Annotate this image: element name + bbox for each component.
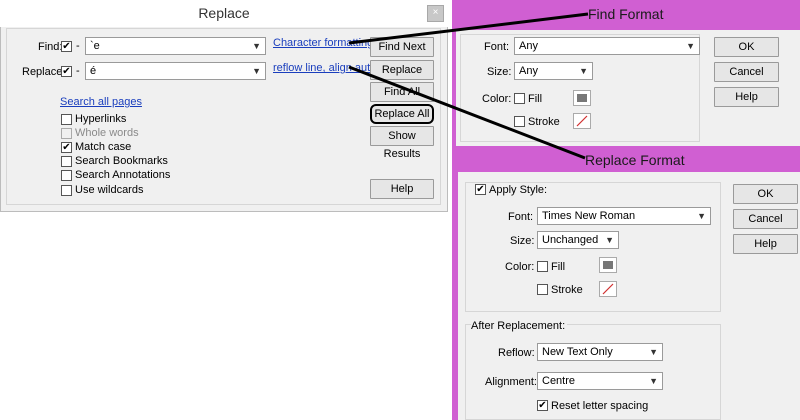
use-wildcards-checkbox[interactable] bbox=[61, 185, 72, 196]
hyperlinks-label: Hyperlinks bbox=[75, 113, 127, 125]
chevron-down-icon: ▼ bbox=[252, 66, 261, 76]
alignment-label: Alignment: bbox=[485, 376, 537, 388]
rf-ok-button[interactable]: OK bbox=[733, 184, 798, 204]
find-input-value: `e bbox=[90, 40, 100, 52]
search-all-pages-link[interactable]: Search all pages bbox=[60, 96, 142, 108]
chevron-down-icon: ▼ bbox=[697, 211, 706, 221]
reflow-label: Reflow: bbox=[498, 347, 535, 359]
ff-help-button[interactable]: Help bbox=[714, 87, 779, 107]
rf-size-label: Size: bbox=[510, 235, 535, 247]
rf-fill-color-swatch[interactable] bbox=[599, 257, 617, 273]
search-annotations-label: Search Annotations bbox=[75, 169, 171, 181]
find-format-title: Find Format bbox=[588, 6, 664, 22]
find-next-button[interactable]: Find Next bbox=[370, 37, 434, 57]
close-button[interactable]: × bbox=[427, 5, 444, 22]
ff-color-label: Color: bbox=[482, 93, 512, 105]
rf-color-label: Color: bbox=[505, 261, 535, 273]
ff-cancel-button[interactable]: Cancel bbox=[714, 62, 779, 82]
rf-font-select[interactable]: Times New Roman ▼ bbox=[537, 207, 711, 225]
find-dash: - bbox=[76, 40, 80, 52]
no-color-icon bbox=[576, 115, 588, 127]
ff-stroke-checkbox[interactable] bbox=[514, 116, 525, 127]
show-results-button[interactable]: Show Results bbox=[370, 126, 434, 160]
ff-ok-button[interactable]: OK bbox=[714, 37, 779, 57]
whole-words-label: Whole words bbox=[75, 127, 139, 139]
ff-font-select[interactable]: Any ▼ bbox=[514, 37, 700, 55]
replace-format-title: Replace Format bbox=[585, 152, 685, 168]
rf-help-button[interactable]: Help bbox=[733, 234, 798, 254]
chevron-down-icon: ▼ bbox=[649, 376, 658, 386]
rf-fill-label: Fill bbox=[551, 261, 566, 273]
reflow-select[interactable]: New Text Only ▼ bbox=[537, 343, 663, 361]
find-label: Find: bbox=[38, 41, 63, 53]
replace-input-value: é bbox=[90, 65, 97, 77]
apply-style-checkbox[interactable]: ✔ bbox=[475, 184, 486, 195]
replace-input[interactable]: é ▼ bbox=[85, 62, 266, 80]
rf-stroke-checkbox[interactable] bbox=[537, 284, 548, 295]
close-icon: × bbox=[432, 7, 439, 18]
chevron-down-icon: ▼ bbox=[605, 235, 614, 245]
find-input[interactable]: `e ▼ bbox=[85, 37, 266, 55]
chevron-down-icon: ▼ bbox=[686, 41, 695, 51]
apply-style-label: Apply Style: bbox=[489, 184, 548, 196]
rf-font-label: Font: bbox=[508, 211, 534, 223]
ff-fill-color-swatch[interactable] bbox=[573, 90, 591, 106]
rf-stroke-label: Stroke bbox=[551, 284, 583, 296]
chevron-down-icon: ▼ bbox=[579, 66, 588, 76]
match-case-checkbox[interactable]: ✔ bbox=[61, 142, 72, 153]
ff-fill-label: Fill bbox=[528, 93, 543, 105]
ff-stroke-color-swatch[interactable] bbox=[573, 113, 591, 129]
chevron-down-icon: ▼ bbox=[649, 347, 658, 357]
rf-cancel-button[interactable]: Cancel bbox=[733, 209, 798, 229]
ff-fill-checkbox[interactable] bbox=[514, 93, 525, 104]
character-formatting-link[interactable]: Character formatting bbox=[273, 37, 373, 49]
help-button[interactable]: Help bbox=[370, 179, 434, 199]
ff-font-value: Any bbox=[519, 40, 538, 52]
search-bookmarks-label: Search Bookmarks bbox=[75, 155, 168, 167]
alignment-select[interactable]: Centre ▼ bbox=[537, 372, 663, 390]
replace-dialog-title: Replace bbox=[0, 0, 448, 27]
find-all-button[interactable]: Find All bbox=[370, 82, 434, 102]
hyperlinks-checkbox[interactable] bbox=[61, 114, 72, 125]
reflow-value: New Text Only bbox=[542, 346, 613, 358]
rf-size-value: Unchanged bbox=[542, 234, 599, 246]
match-case-label: Match case bbox=[75, 141, 132, 153]
search-bookmarks-checkbox[interactable] bbox=[61, 156, 72, 167]
alignment-value: Centre bbox=[542, 375, 576, 387]
no-color-icon bbox=[602, 283, 614, 295]
replace-button[interactable]: Replace bbox=[370, 60, 434, 80]
rf-stroke-color-swatch[interactable] bbox=[599, 281, 617, 297]
replace-enable-checkbox[interactable]: ✔ bbox=[61, 66, 72, 77]
replace-label: Replace: bbox=[22, 66, 66, 78]
use-wildcards-label: Use wildcards bbox=[75, 184, 144, 196]
after-replacement-label: After Replacement: bbox=[471, 320, 568, 332]
ff-size-value: Any bbox=[519, 65, 538, 77]
find-enable-checkbox[interactable]: ✔ bbox=[61, 41, 72, 52]
reset-letter-spacing-label: Reset letter spacing bbox=[551, 400, 649, 412]
replace-dash: - bbox=[76, 65, 80, 77]
rf-size-select[interactable]: Unchanged ▼ bbox=[537, 231, 619, 249]
chevron-down-icon: ▼ bbox=[252, 41, 261, 51]
rf-font-value: Times New Roman bbox=[542, 210, 636, 222]
ff-stroke-label: Stroke bbox=[528, 116, 560, 128]
ff-size-select[interactable]: Any ▼ bbox=[514, 62, 593, 80]
reflow-line-link[interactable]: reflow line, align auto bbox=[273, 62, 376, 74]
rf-fill-checkbox[interactable] bbox=[537, 261, 548, 272]
reset-letter-spacing-checkbox[interactable]: ✔ bbox=[537, 400, 548, 411]
replace-all-button[interactable]: Replace All bbox=[370, 104, 434, 124]
ff-size-label: Size: bbox=[487, 66, 512, 78]
ff-font-label: Font: bbox=[484, 41, 510, 53]
whole-words-checkbox[interactable] bbox=[61, 128, 72, 139]
search-annotations-checkbox[interactable] bbox=[61, 170, 72, 181]
